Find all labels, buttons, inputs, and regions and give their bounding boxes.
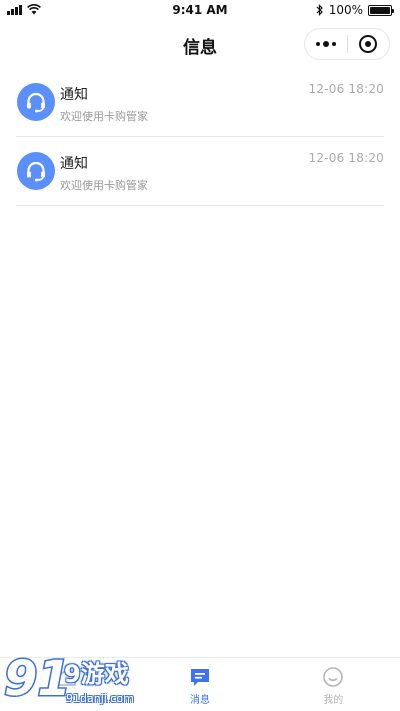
tab-profile[interactable]: 我的 [267, 658, 400, 711]
more-dots-icon [315, 41, 336, 47]
status-right: 100% [316, 3, 394, 17]
message-subtitle: 欢迎使用卡购管家 [60, 179, 148, 192]
message-title: 通知 [60, 156, 88, 172]
tab-messages[interactable]: 消息 [133, 658, 266, 711]
close-mini-program-button[interactable] [348, 29, 390, 59]
tab-messages-label: 消息 [189, 695, 210, 706]
battery-icon [368, 4, 394, 16]
status-bar: 9:41 AM 100% [0, 0, 400, 22]
message-item[interactable]: 通知 欢迎使用卡购管家 12-06 18:20 [16, 68, 384, 137]
tab-home[interactable] [0, 658, 133, 711]
message-title: 通知 [60, 87, 88, 103]
message-list: 通知 欢迎使用卡购管家 12-06 18:20 通知 欢迎使用卡购管家 12-0… [0, 68, 400, 206]
nav-bar: 信息 [0, 22, 400, 66]
tab-profile-label: 我的 [323, 695, 344, 706]
screen: 9:41 AM 100% 信息 通知 欢迎使用卡购管家 12-06 18:20 … [0, 0, 400, 711]
more-button[interactable] [305, 29, 347, 59]
message-time: 12-06 18:20 [308, 82, 384, 96]
message-subtitle: 欢迎使用卡购管家 [60, 110, 148, 123]
message-icon [189, 666, 211, 688]
battery-fill [370, 6, 390, 14]
bluetooth-icon [316, 4, 323, 16]
battery-percent: 100% [328, 3, 363, 17]
target-icon [359, 35, 378, 53]
profile-icon [322, 666, 344, 688]
message-time: 12-06 18:20 [308, 151, 384, 165]
home-icon [56, 666, 78, 688]
mini-program-capsule [304, 28, 390, 60]
tab-bar: 消息 我的 [0, 657, 400, 711]
message-item[interactable]: 通知 欢迎使用卡购管家 12-06 18:20 [16, 137, 384, 206]
headset-icon [17, 83, 55, 121]
headset-icon [17, 152, 55, 190]
